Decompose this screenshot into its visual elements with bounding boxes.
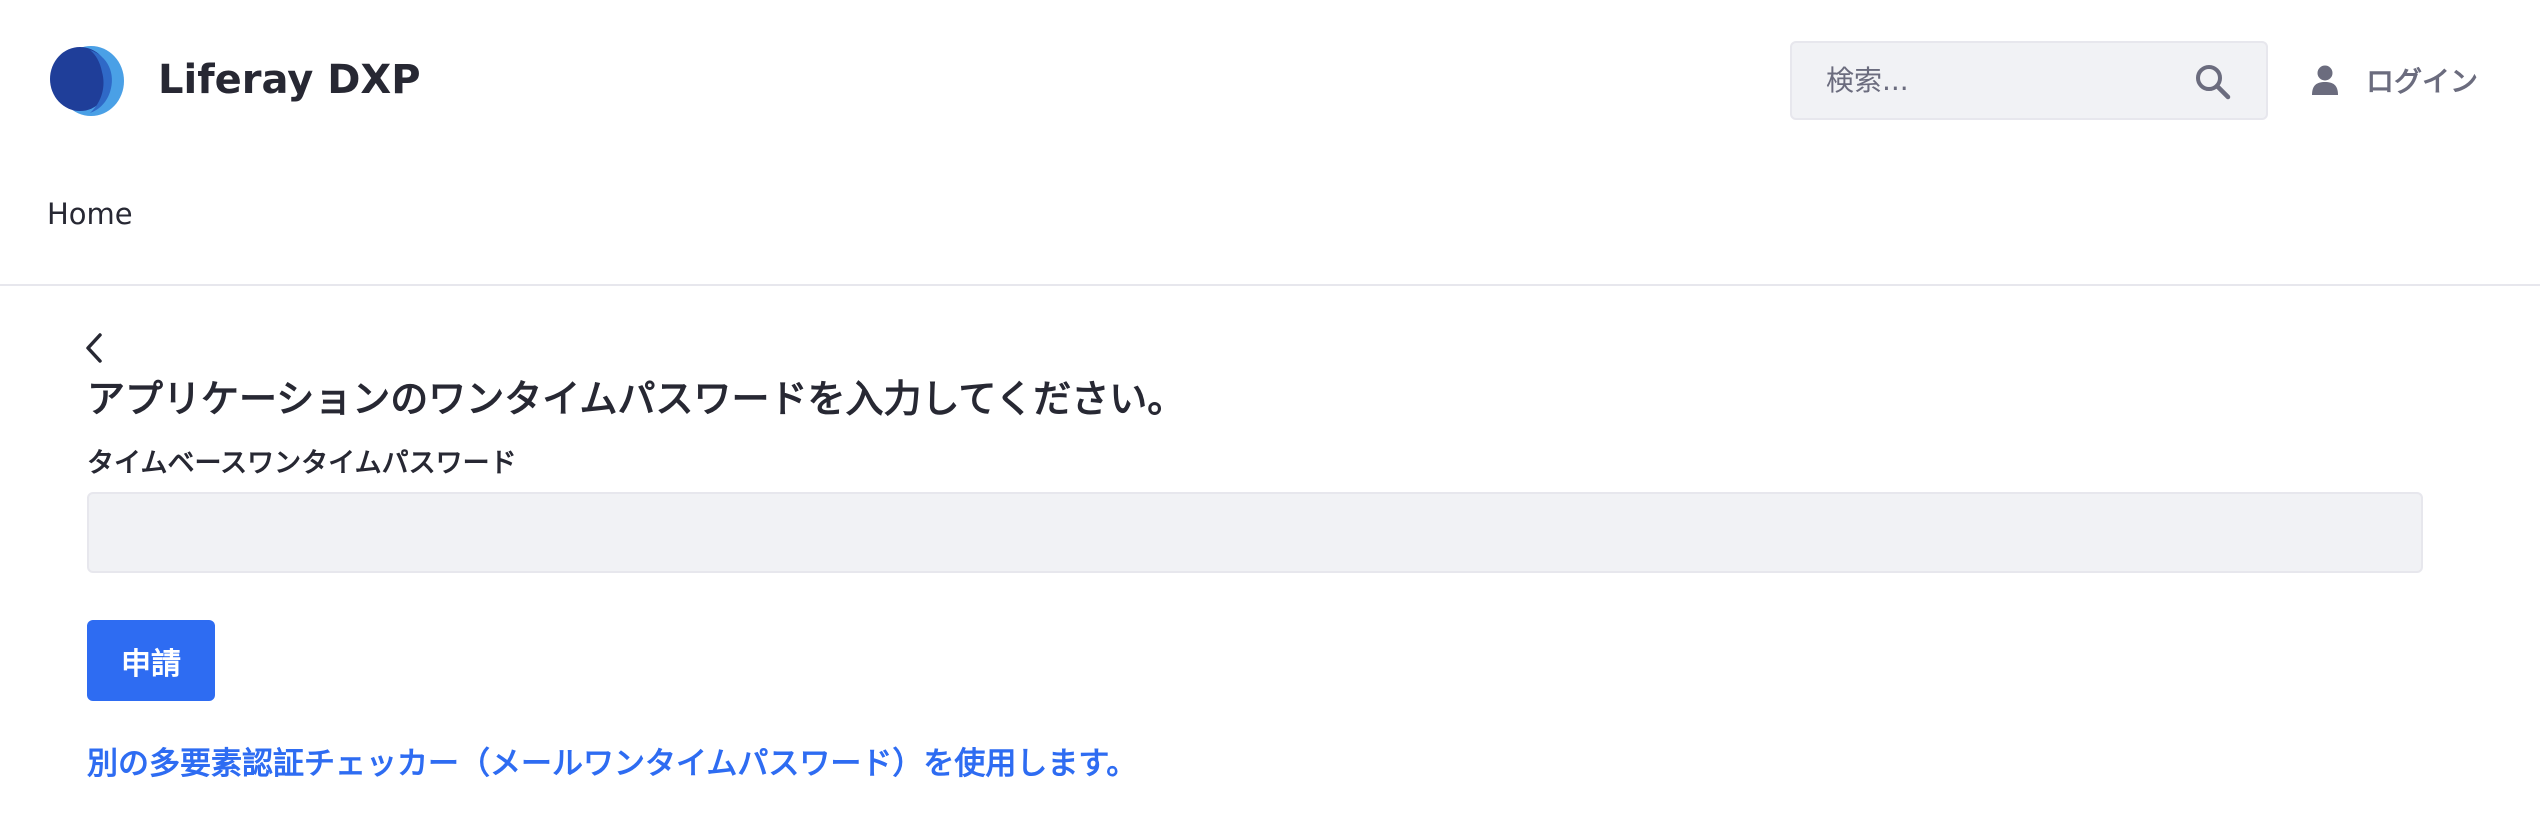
otp-input[interactable]	[87, 492, 2423, 573]
login-label: ログイン	[2366, 65, 2479, 98]
nav-divider	[0, 284, 2540, 286]
search-input[interactable]	[1824, 43, 2184, 118]
page-title: アプリケーションのワンタイムパスワードを入力してください。	[87, 377, 1186, 421]
site-header: Liferay DXP ログイン	[0, 0, 2540, 162]
otp-field-label: タイムベースワンタイムパスワード	[87, 448, 517, 479]
submit-button[interactable]: 申請	[87, 620, 215, 701]
user-icon	[2312, 65, 2338, 95]
login-link[interactable]: ログイン	[2310, 52, 2478, 108]
nav-item-home[interactable]: Home	[47, 194, 133, 234]
chevron-left-icon[interactable]	[80, 330, 110, 366]
liferay-logo-icon[interactable]	[46, 44, 126, 118]
site-name[interactable]: Liferay DXP	[158, 52, 421, 108]
alternate-checker-link[interactable]: 別の多要素認証チェッカー（メールワンタイムパスワード）を使用します。	[87, 742, 1137, 786]
search-icon[interactable]	[2194, 63, 2232, 101]
search-box	[1790, 41, 2268, 120]
